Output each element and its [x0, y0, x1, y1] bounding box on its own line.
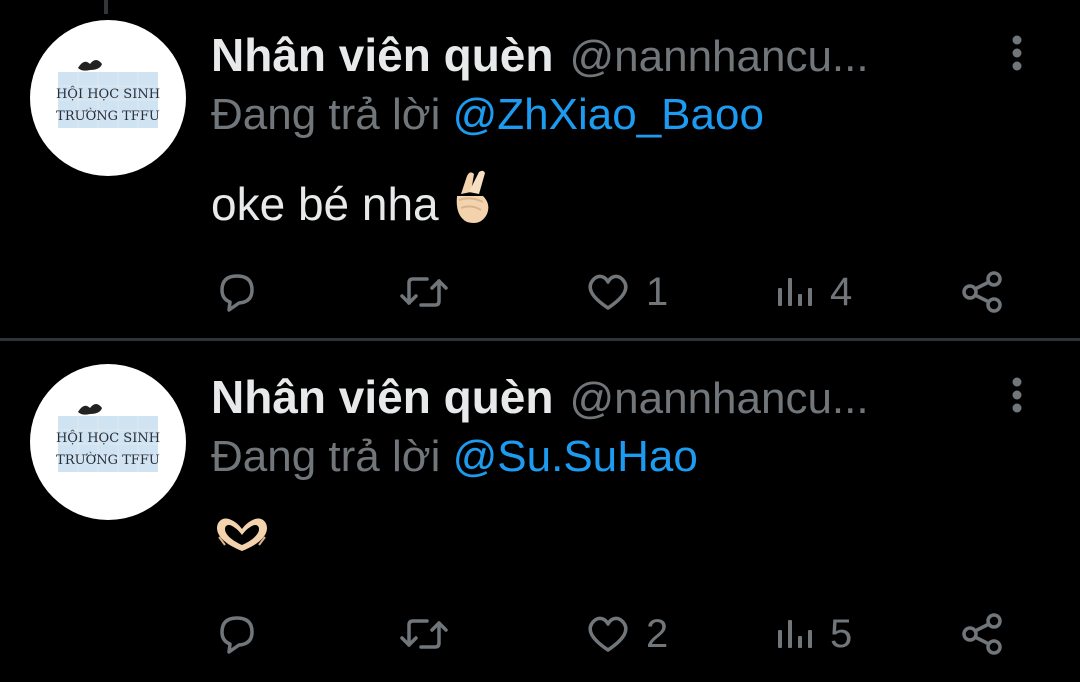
views-button[interactable]: 5: [776, 604, 852, 664]
heart-hands-emoji: [211, 512, 273, 566]
retweet-icon: [400, 277, 448, 307]
tweet-actions: 1 4: [0, 262, 1080, 322]
user-handle[interactable]: @nannhancu...: [569, 374, 868, 424]
retweet-button[interactable]: [398, 604, 450, 664]
avatar-text-line-2: TRƯỜNG TFFU: [56, 107, 160, 124]
like-button[interactable]: 2: [584, 604, 668, 664]
avatar-text-line-1: HỘI HỌC SINH: [56, 86, 160, 102]
avatar[interactable]: HỘI HỌC SINH TRƯỜNG TFFU: [30, 364, 186, 520]
views-button[interactable]: 4: [776, 262, 852, 322]
view-count: 5: [830, 611, 853, 656]
share-icon: [962, 271, 1002, 313]
like-button[interactable]: 1: [584, 262, 668, 322]
share-button[interactable]: [960, 262, 1006, 322]
tweet-divider: [0, 338, 1080, 341]
tweet-text: [211, 512, 273, 566]
like-count: 2: [646, 611, 669, 656]
avatar-text-line-1: HỘI HỌC SINH: [56, 430, 160, 446]
tweet-text-content: oke bé nha: [211, 177, 439, 230]
display-name[interactable]: Nhân viên quèn: [211, 28, 553, 82]
more-vertical-icon[interactable]: [1006, 376, 1028, 416]
reply-button[interactable]: [213, 604, 259, 664]
retweet-button[interactable]: [398, 262, 450, 322]
tweet[interactable]: HỘI HỌC SINH TRƯỜNG TFFU Nhân viên quèn …: [0, 0, 1080, 338]
views-icon: [778, 620, 812, 648]
avatar-text-line-2: TRƯỜNG TFFU: [56, 451, 160, 468]
reply-mention-link[interactable]: @Su.SuHao: [453, 432, 698, 481]
heart-icon: [588, 616, 628, 652]
views-icon: [778, 278, 812, 306]
user-handle[interactable]: @nannhancu...: [569, 32, 868, 82]
more-vertical-icon[interactable]: [1006, 34, 1028, 74]
display-name[interactable]: Nhân viên quèn: [211, 370, 553, 424]
tweet-header: Nhân viên quèn @nannhancu...: [211, 370, 869, 424]
retweet-icon: [400, 619, 448, 649]
heart-icon: [588, 274, 628, 310]
reply-icon: [220, 274, 254, 312]
reply-icon: [220, 616, 254, 654]
replying-to: Đang trả lời @ZhXiao_Baoo: [211, 90, 764, 140]
crossed-fingers-emoji: [449, 170, 493, 237]
like-count: 1: [646, 269, 669, 314]
avatar[interactable]: HỘI HỌC SINH TRƯỜNG TFFU: [30, 20, 186, 176]
reply-mention-link[interactable]: @ZhXiao_Baoo: [453, 90, 764, 139]
tweet-header: Nhân viên quèn @nannhancu...: [211, 28, 869, 82]
share-icon: [962, 613, 1002, 655]
replying-to-label: Đang trả lời: [211, 90, 453, 139]
share-button[interactable]: [960, 604, 1006, 664]
tweet[interactable]: HỘI HỌC SINH TRƯỜNG TFFU Nhân viên quèn …: [0, 342, 1080, 682]
view-count: 4: [830, 269, 853, 314]
replying-to: Đang trả lời @Su.SuHao: [211, 432, 698, 482]
tweet-text: oke bé nha: [211, 170, 493, 237]
reply-button[interactable]: [213, 262, 259, 322]
tweet-actions: 2 5: [0, 604, 1080, 664]
replying-to-label: Đang trả lời: [211, 432, 453, 481]
